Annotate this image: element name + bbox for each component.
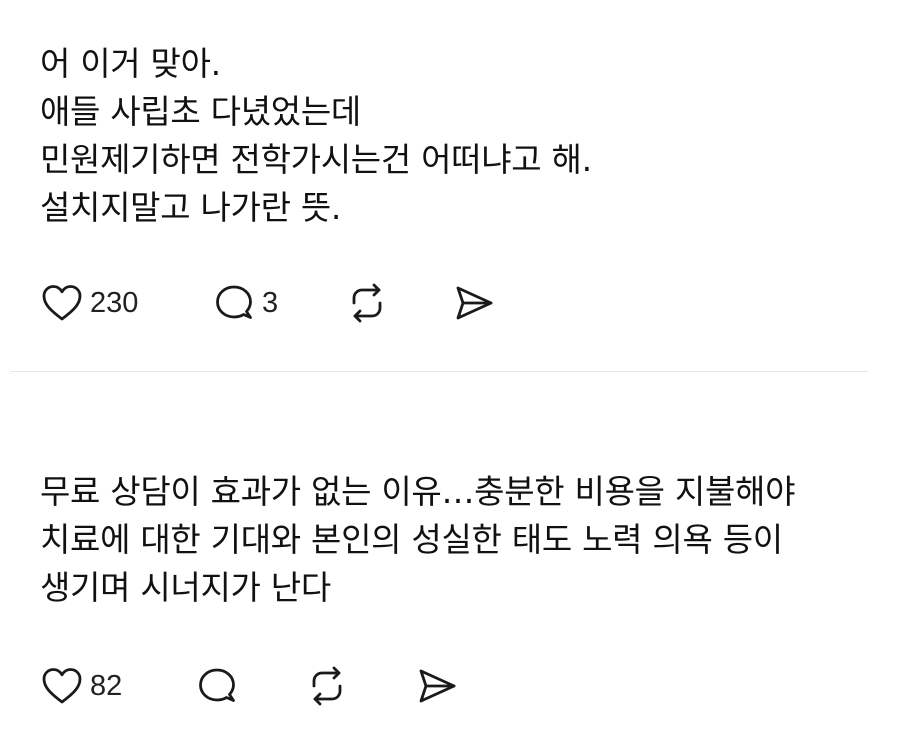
send-icon xyxy=(456,286,493,320)
share-button[interactable] xyxy=(452,281,496,325)
reply-button[interactable]: 3 xyxy=(212,281,345,325)
post-text: 무료 상담이 효과가 없는 이유…충분한 비용을 지불해야 치료에 대한 기대와… xyxy=(40,468,876,612)
repost-icon xyxy=(352,283,382,323)
like-count: 230 xyxy=(90,286,139,319)
like-button[interactable]: 82 xyxy=(40,664,195,708)
repost-icon xyxy=(312,666,342,706)
post-divider xyxy=(10,371,868,372)
post-text-line: 설치지말고 나가란 뜻. xyxy=(40,188,342,227)
repost-button[interactable] xyxy=(345,281,452,325)
like-count: 82 xyxy=(90,669,123,702)
post-text-line: 치료에 대한 기대와 본인의 성실한 태도 노력 의욕 등이 xyxy=(40,520,783,559)
heart-icon xyxy=(42,285,82,321)
reply-count: 3 xyxy=(262,286,279,319)
heart-icon xyxy=(42,668,82,704)
speech-bubble-icon xyxy=(216,285,252,319)
repost-button[interactable] xyxy=(305,664,415,708)
post-text-line: 애들 사립초 다녔었는데 xyxy=(40,92,361,131)
like-button[interactable]: 230 xyxy=(40,281,212,325)
post-action-bar: 230 3 xyxy=(40,279,876,327)
reply-button[interactable] xyxy=(195,664,305,708)
send-icon xyxy=(419,669,456,703)
post-text-line: 생기며 시너지가 난다 xyxy=(40,568,331,607)
share-button[interactable] xyxy=(415,664,459,708)
post-text: 어 이거 맞아. 애들 사립초 다녔었는데 민원제기하면 전학가시는건 어떠냐고… xyxy=(40,40,876,232)
post-text-line: 어 이거 맞아. xyxy=(40,44,221,83)
post-card: 무료 상담이 효과가 없는 이유…충분한 비용을 지불해야 치료에 대한 기대와… xyxy=(40,468,876,710)
post-text-line: 민원제기하면 전학가시는건 어떠냐고 해. xyxy=(40,140,592,179)
post-text-line: 무료 상담이 효과가 없는 이유…충분한 비용을 지불해야 xyxy=(40,472,796,511)
post-card: 어 이거 맞아. 애들 사립초 다녔었는데 민원제기하면 전학가시는건 어떠냐고… xyxy=(40,40,876,327)
speech-bubble-icon xyxy=(199,668,235,702)
post-action-bar: 82 xyxy=(40,662,876,710)
